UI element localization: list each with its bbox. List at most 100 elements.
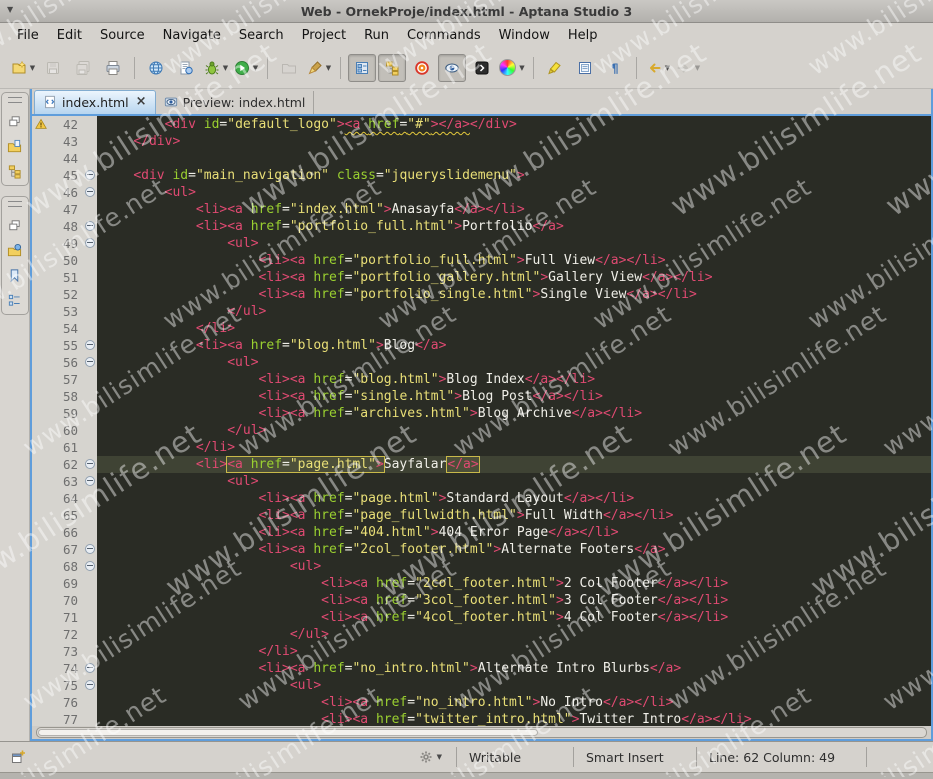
code-text[interactable]: <li><a href="page.html">Standard Layout<… bbox=[97, 490, 931, 507]
menu-source[interactable]: Source bbox=[91, 25, 154, 46]
code-text[interactable]: <li><a href="2col_footer.html">2 Col Foo… bbox=[97, 575, 931, 592]
code-text[interactable]: </li> bbox=[97, 320, 931, 337]
fold-collapse-icon[interactable] bbox=[84, 476, 95, 487]
fold-collapse-icon[interactable] bbox=[84, 340, 95, 351]
code-text[interactable]: </ul> bbox=[97, 303, 931, 320]
code-text[interactable]: <li><a href="no_intro.html">No Intro</a>… bbox=[97, 694, 931, 711]
code-text[interactable]: </ul> bbox=[97, 422, 931, 439]
code-text[interactable]: <li><a href="portfolio_gallery.html">Gal… bbox=[97, 269, 931, 286]
back-button[interactable]: ▼ bbox=[644, 54, 672, 82]
menu-commands[interactable]: Commands bbox=[398, 25, 490, 46]
toggle-views-button[interactable] bbox=[348, 53, 376, 82]
drag-handle[interactable] bbox=[7, 201, 22, 207]
outline-doc-button[interactable] bbox=[571, 54, 599, 82]
menu-navigate[interactable]: Navigate bbox=[154, 25, 230, 46]
overflow-button[interactable] bbox=[468, 54, 496, 82]
code-text[interactable]: <li><a href="portfolio_full.html">Full V… bbox=[97, 252, 931, 269]
forward-button[interactable]: ▼ bbox=[674, 54, 702, 82]
fold-collapse-icon[interactable] bbox=[84, 187, 95, 198]
brush-button[interactable]: ▼ bbox=[305, 54, 333, 82]
toggle-tree-button[interactable] bbox=[378, 53, 406, 82]
fast-view-icon[interactable] bbox=[10, 749, 26, 765]
fold-collapse-icon[interactable] bbox=[84, 544, 95, 555]
fold-collapse-icon[interactable] bbox=[84, 663, 95, 674]
dropdown-arrow-icon[interactable]: ▼ bbox=[326, 64, 331, 72]
code-text[interactable]: <li><a href="portfolio_single.html">Sing… bbox=[97, 286, 931, 303]
code-text[interactable]: <li><a href="blog.html">Blog</a> bbox=[97, 337, 931, 354]
menu-help[interactable]: Help bbox=[559, 25, 607, 46]
dropdown-arrow-icon[interactable]: ▼ bbox=[665, 64, 670, 72]
code-text[interactable]: <li><a href="single.html">Blog Post</a><… bbox=[97, 388, 931, 405]
restore-view-button[interactable] bbox=[6, 113, 24, 129]
drag-handle[interactable] bbox=[7, 97, 22, 103]
gear-dropdown-icon[interactable]: ▼ bbox=[437, 753, 442, 761]
code-text[interactable]: <li><a href="index.html">Anasayfa</a></l… bbox=[97, 201, 931, 218]
code-text[interactable]: <li><a href="blog.html">Blog Index</a></… bbox=[97, 371, 931, 388]
code-text[interactable]: <li><a href="page.html">Sayfalar</a> bbox=[97, 455, 931, 473]
debug-button[interactable]: ▼ bbox=[202, 54, 230, 82]
close-tab-icon[interactable]: × bbox=[136, 95, 147, 108]
code-text[interactable]: </li> bbox=[97, 439, 931, 456]
fold-collapse-icon[interactable] bbox=[84, 459, 95, 470]
code-text[interactable] bbox=[97, 150, 931, 167]
tab-index-html[interactable]: index.html × bbox=[34, 89, 156, 114]
code-text[interactable]: <li><a href="3col_footer.html">3 Col Foo… bbox=[97, 592, 931, 609]
code-text[interactable]: <ul> bbox=[97, 473, 931, 490]
horizontal-scrollbar[interactable] bbox=[32, 726, 931, 739]
outline-view-button[interactable] bbox=[6, 292, 24, 308]
fold-collapse-icon[interactable] bbox=[84, 170, 95, 181]
dropdown-arrow-icon[interactable]: ▼ bbox=[519, 64, 524, 72]
restore-view-button-2[interactable] bbox=[6, 217, 24, 233]
code-text[interactable]: <li><a href="no_intro.html">Alternate In… bbox=[97, 660, 931, 677]
scrollbar-thumb[interactable] bbox=[38, 729, 538, 736]
code-text[interactable]: </li> bbox=[97, 643, 931, 660]
code-text[interactable]: <li><a href="2col_footer.html">Alternate… bbox=[97, 541, 931, 558]
menu-file[interactable]: File bbox=[8, 25, 48, 46]
menu-window[interactable]: Window bbox=[490, 25, 559, 46]
save-all-button[interactable] bbox=[69, 54, 97, 82]
dropdown-arrow-icon[interactable]: ▼ bbox=[695, 64, 700, 72]
dropdown-arrow-icon[interactable]: ▼ bbox=[253, 64, 258, 72]
code-text[interactable]: <ul> bbox=[97, 184, 931, 201]
scrollbar-track[interactable] bbox=[36, 727, 927, 738]
window-menu-icon[interactable]: ▼ bbox=[7, 5, 13, 14]
preview-toggle-button[interactable] bbox=[438, 53, 466, 82]
print-button[interactable] bbox=[99, 54, 127, 82]
gear-icon[interactable] bbox=[418, 749, 434, 765]
dropdown-arrow-icon[interactable]: ▼ bbox=[30, 64, 35, 72]
highlighter-button[interactable] bbox=[541, 54, 569, 82]
menu-edit[interactable]: Edit bbox=[48, 25, 91, 46]
save-button[interactable] bbox=[39, 54, 67, 82]
fold-collapse-icon[interactable] bbox=[84, 221, 95, 232]
code-text[interactable]: <div id="main_navigation" class="jquerys… bbox=[97, 167, 931, 184]
fold-collapse-icon[interactable] bbox=[84, 680, 95, 691]
run-button[interactable]: ▼ bbox=[232, 54, 260, 82]
fold-collapse-icon[interactable] bbox=[84, 238, 95, 249]
dropdown-arrow-icon[interactable]: ▼ bbox=[223, 64, 228, 72]
fold-collapse-icon[interactable] bbox=[84, 357, 95, 368]
code-text[interactable]: <li><a href="archives.html">Blog Archive… bbox=[97, 405, 931, 422]
code-text[interactable]: <ul> bbox=[97, 354, 931, 371]
code-text[interactable]: <li><a href="twitter_intro.html">Twitter… bbox=[97, 711, 931, 726]
menu-search[interactable]: Search bbox=[230, 25, 293, 46]
tab-preview-index-html[interactable]: Preview: index.html bbox=[156, 90, 315, 114]
new-wizard-button[interactable]: ▼ bbox=[9, 54, 37, 82]
color-wheel-button[interactable]: ▼ bbox=[498, 54, 526, 82]
pilcrow-button[interactable]: ¶ bbox=[601, 54, 629, 82]
code-text[interactable]: <li><a href="page_fullwidth.html">Full W… bbox=[97, 507, 931, 524]
web-browser-button[interactable] bbox=[142, 54, 170, 82]
code-text[interactable]: <li><a href="portfolio_full.html">Portfo… bbox=[97, 218, 931, 235]
connections-view-button[interactable] bbox=[6, 163, 24, 179]
open-folder-button[interactable] bbox=[275, 54, 303, 82]
menu-run[interactable]: Run bbox=[355, 25, 398, 46]
code-text[interactable]: <li><a href="404.html">404 Error Page</a… bbox=[97, 524, 931, 541]
code-text[interactable]: <ul> bbox=[97, 235, 931, 252]
code-text[interactable]: <ul> bbox=[97, 558, 931, 575]
search-doc-button[interactable] bbox=[172, 54, 200, 82]
fold-collapse-icon[interactable] bbox=[84, 561, 95, 572]
menu-project[interactable]: Project bbox=[293, 25, 355, 46]
bookmarks-view-button[interactable] bbox=[6, 267, 24, 283]
home-button[interactable] bbox=[408, 54, 436, 82]
code-text[interactable]: <li><a href="4col_footer.html">4 Col Foo… bbox=[97, 609, 931, 626]
code-editor[interactable]: 42 <div id="default_logo"><a href="#"></… bbox=[32, 115, 931, 727]
